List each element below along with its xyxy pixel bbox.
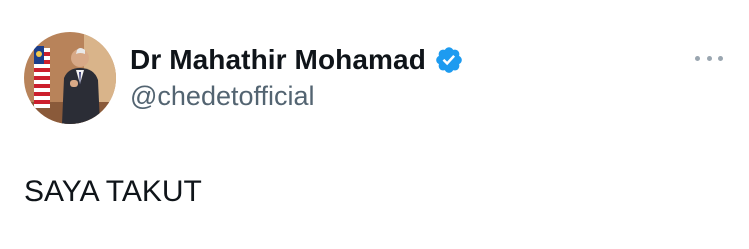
tweet-text: SAYA TAKUT bbox=[24, 175, 202, 208]
verified-badge-icon[interactable] bbox=[434, 45, 464, 75]
avatar[interactable] bbox=[24, 32, 116, 124]
more-dot bbox=[706, 55, 712, 61]
author-name-row: Dr Mahathir Mohamad bbox=[130, 40, 464, 80]
more-dot bbox=[695, 55, 700, 61]
avatar-image bbox=[24, 32, 116, 124]
more-options-icon[interactable] bbox=[695, 50, 723, 66]
tweet-card: Dr Mahathir Mohamad @chedetofficial SAYA… bbox=[0, 0, 749, 249]
author-display-name[interactable]: Dr Mahathir Mohamad bbox=[130, 44, 426, 76]
author-handle[interactable]: @chedetofficial bbox=[130, 78, 315, 114]
more-dot bbox=[718, 55, 723, 61]
